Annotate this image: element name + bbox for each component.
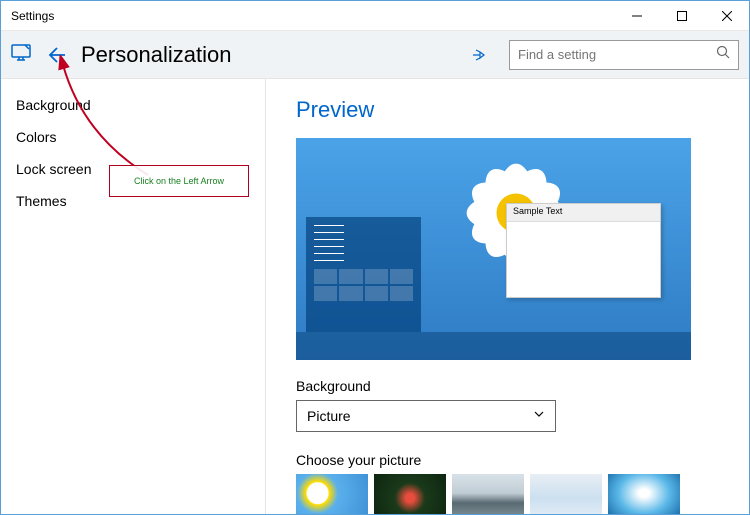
picture-thumb-4[interactable] <box>530 474 602 514</box>
sidebar-item-label: Colors <box>16 129 56 145</box>
sidebar-item-colors[interactable]: Colors <box>1 121 265 153</box>
personalization-icon <box>11 42 31 67</box>
maximize-button[interactable] <box>659 1 704 31</box>
close-button[interactable] <box>704 1 749 31</box>
search-box[interactable] <box>509 40 739 70</box>
sidebar-item-background[interactable]: Background <box>1 89 265 121</box>
annotation-callout: Click on the Left Arrow <box>109 165 249 197</box>
window-controls <box>614 1 749 31</box>
picture-thumbnails <box>296 474 719 514</box>
page-title: Personalization <box>81 42 453 68</box>
picture-thumb-3[interactable] <box>452 474 524 514</box>
title-bar: Settings <box>1 1 749 31</box>
choose-picture-label: Choose your picture <box>296 452 719 468</box>
body: Background Colors Lock screen Themes Pre… <box>1 79 749 514</box>
back-button[interactable] <box>41 40 71 70</box>
background-label: Background <box>296 378 719 394</box>
picture-thumb-1[interactable] <box>296 474 368 514</box>
picture-thumb-5[interactable] <box>608 474 680 514</box>
content-area: Preview <box>266 79 749 514</box>
sidebar-item-label: Background <box>16 97 91 113</box>
preview-sample-window: Sample Text <box>506 203 661 298</box>
annotation-text: Click on the Left Arrow <box>134 176 224 186</box>
sidebar: Background Colors Lock screen Themes <box>1 79 266 514</box>
pin-button[interactable] <box>463 40 493 70</box>
preview-heading: Preview <box>296 97 719 123</box>
search-input[interactable] <box>518 47 716 62</box>
background-dropdown[interactable]: Picture <box>296 400 556 432</box>
minimize-button[interactable] <box>614 1 659 31</box>
preview-taskbar <box>296 332 691 360</box>
picture-thumb-2[interactable] <box>374 474 446 514</box>
header-bar: Personalization <box>1 31 749 79</box>
sidebar-item-label: Themes <box>16 193 67 209</box>
dropdown-value: Picture <box>307 408 351 424</box>
desktop-preview: Sample Text <box>296 138 691 360</box>
window-title: Settings <box>11 9 614 23</box>
search-icon <box>716 45 730 64</box>
preview-window-title: Sample Text <box>507 204 660 222</box>
sidebar-item-label: Lock screen <box>16 161 91 177</box>
chevron-down-icon <box>533 407 545 425</box>
preview-start-menu <box>306 217 421 332</box>
